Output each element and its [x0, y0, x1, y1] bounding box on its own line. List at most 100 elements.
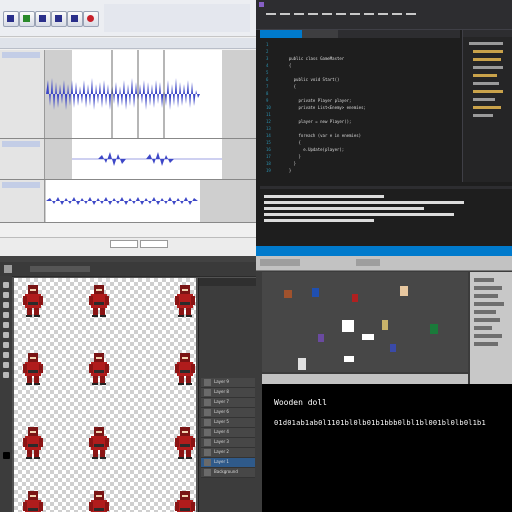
document-canvas[interactable] [14, 278, 196, 512]
audio-track[interactable] [0, 139, 256, 180]
track-control-panel[interactable] [0, 180, 45, 222]
layer-row[interactable]: Layer 8 [201, 388, 255, 398]
code-line[interactable]: e.Update(player); [284, 147, 344, 152]
code-editor[interactable]: 1 2 3 4 5 6 7 8 9 10 11 12 13 14 15 16 17 18 19 public cla… [260, 38, 460, 184]
timeline-ruler[interactable] [0, 38, 256, 49]
zoom-tool-icon[interactable] [3, 372, 9, 378]
crop-tool-icon[interactable] [3, 312, 9, 318]
scene-sprite[interactable] [430, 324, 438, 334]
code-line[interactable]: foreach (var e in enemies) [284, 133, 361, 138]
code-line[interactable]: public class GameMaster [284, 56, 344, 61]
ninja-sprite[interactable] [86, 352, 112, 386]
unity-toolbar[interactable] [256, 256, 512, 271]
layer-row[interactable]: Layer 4 [201, 428, 255, 438]
waveform[interactable] [46, 180, 256, 222]
editor-tabs[interactable] [260, 30, 460, 38]
scene-sprite[interactable] [352, 294, 358, 302]
track-control-panel[interactable] [0, 139, 45, 179]
code-line[interactable]: private Player player; [284, 98, 351, 103]
scene-sprite[interactable] [298, 358, 306, 370]
transform-tools[interactable] [260, 259, 300, 266]
ninja-sprite[interactable] [20, 426, 46, 460]
play-controls[interactable] [356, 259, 380, 266]
waveform[interactable] [46, 139, 256, 179]
ninja-sprite[interactable] [86, 284, 112, 318]
code-line[interactable]: player = new Player(); [284, 119, 351, 124]
selection-start-field[interactable] [110, 240, 138, 248]
layer-row[interactable]: Layer 2 [201, 448, 255, 458]
lasso-tool-icon[interactable] [3, 302, 9, 308]
foreground-color-swatch[interactable] [3, 452, 10, 459]
tab[interactable] [302, 30, 338, 38]
pen-tool-icon[interactable] [3, 342, 9, 348]
skip-end-button[interactable] [67, 11, 83, 27]
game-view[interactable]: Wooden doll 01d01ab1ab0l1101bl0lb01b1bbb… [262, 384, 512, 512]
brush-tool-icon[interactable] [3, 322, 9, 328]
audio-track[interactable] [0, 50, 256, 139]
layer-row[interactable]: Layer 3 [201, 438, 255, 448]
skip-start-button[interactable] [51, 11, 67, 27]
layer-row[interactable]: Layer 9 [201, 378, 255, 388]
layer-row[interactable]: Layer 7 [201, 398, 255, 408]
code-line[interactable]: } [284, 154, 300, 159]
ninja-sprite[interactable] [86, 426, 112, 460]
ninja-sprite[interactable] [172, 284, 198, 318]
track-name[interactable] [2, 141, 40, 147]
record-button[interactable] [83, 11, 99, 27]
ninja-sprite[interactable] [172, 426, 198, 460]
menu-bar[interactable] [256, 9, 512, 19]
scene-sprite[interactable] [312, 288, 319, 297]
waveform[interactable] [46, 50, 256, 138]
eraser-tool-icon[interactable] [3, 332, 9, 338]
track-control-panel[interactable] [0, 50, 45, 138]
move-tool-icon[interactable] [3, 282, 9, 288]
solution-explorer[interactable] [462, 30, 512, 182]
scene-sprite[interactable] [342, 320, 354, 332]
code-line[interactable]: } [284, 168, 291, 173]
scene-sprite[interactable] [344, 356, 354, 362]
ninja-sprite[interactable] [86, 490, 112, 512]
ninja-sprite[interactable] [172, 352, 198, 386]
track-name[interactable] [2, 182, 40, 188]
meter-toolbar[interactable] [104, 4, 250, 32]
code-line[interactable]: { [284, 63, 291, 68]
scene-view[interactable] [262, 272, 468, 372]
code-line[interactable]: { [284, 84, 296, 89]
scene-sprite[interactable] [382, 320, 388, 330]
code-line[interactable]: { [284, 140, 300, 145]
ninja-sprite[interactable] [20, 352, 46, 386]
pause-button[interactable] [3, 11, 19, 27]
track-name[interactable] [2, 52, 40, 58]
selection-toolbar[interactable] [0, 237, 256, 256]
scene-sprite[interactable] [400, 286, 408, 296]
options-bar[interactable] [0, 262, 256, 277]
toolbox[interactable] [0, 276, 12, 512]
layer-row[interactable]: Layer 1 [201, 458, 255, 468]
game-view-tab[interactable] [262, 374, 468, 384]
output-panel[interactable] [260, 186, 512, 247]
text-tool-icon[interactable] [3, 352, 9, 358]
layer-row[interactable]: Layer 6 [201, 408, 255, 418]
hand-tool-icon[interactable] [3, 362, 9, 368]
stop-button[interactable] [35, 11, 51, 27]
toolbar[interactable] [256, 19, 512, 30]
scene-sprite[interactable] [362, 334, 374, 340]
layer-row[interactable]: Layer 5 [201, 418, 255, 428]
play-button[interactable] [19, 11, 35, 27]
code-line[interactable]: } [284, 161, 296, 166]
marquee-tool-icon[interactable] [3, 292, 9, 298]
scene-sprite[interactable] [318, 334, 324, 342]
layer-row[interactable]: Background [201, 468, 255, 478]
ninja-sprite[interactable] [20, 490, 46, 512]
layers-panel[interactable]: Layer 9 Layer 8 Layer 7 Layer 6 Layer 5 Layer… [198, 278, 256, 512]
move-tool-icon[interactable] [4, 265, 12, 273]
ninja-sprite[interactable] [20, 284, 46, 318]
audio-track[interactable] [0, 180, 256, 223]
code-line[interactable]: public void Start() [284, 77, 340, 82]
scene-sprite[interactable] [390, 344, 396, 352]
selection-end-field[interactable] [140, 240, 168, 248]
scene-sprite[interactable] [284, 290, 292, 298]
ninja-sprite[interactable] [172, 490, 198, 512]
tab-active[interactable] [260, 30, 302, 38]
code-line[interactable]: private List<Enemy> enemies; [284, 105, 365, 110]
